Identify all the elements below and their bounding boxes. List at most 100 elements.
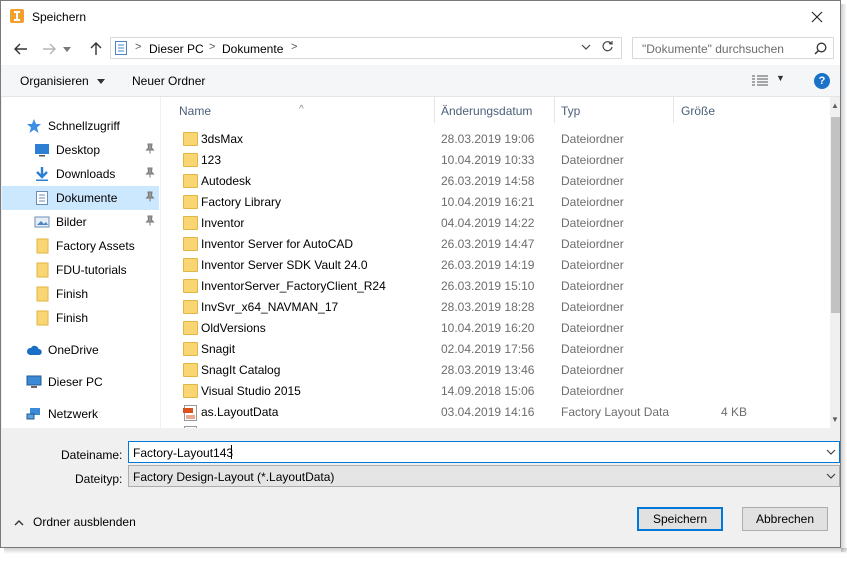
file-row[interactable]: 3dsMax 28.03.2019 19:06 Dateiordner xyxy=(161,129,830,150)
file-row[interactable]: Inventor 04.04.2019 14:22 Dateiordner xyxy=(161,213,830,234)
file-row[interactable]: Factory Library 10.04.2019 16:21 Dateior… xyxy=(161,192,830,213)
cancel-button[interactable]: Abbrechen xyxy=(742,507,828,531)
forward-button[interactable] xyxy=(39,39,59,59)
file-type: Factory Layout Data xyxy=(561,405,670,419)
search-box[interactable]: "Dokumente" durchsuchen xyxy=(632,37,834,59)
arrow-up-icon xyxy=(90,42,102,55)
scrollbar-thumb[interactable] xyxy=(831,117,840,313)
sidebar-item-desktop[interactable]: Desktop xyxy=(2,138,159,162)
filetype-select[interactable]: Factory Design-Layout (*.LayoutData) xyxy=(128,465,840,487)
sidebar-item-pictures[interactable]: Bilder xyxy=(2,210,159,234)
file-date: 28.03.2019 19:06 xyxy=(441,132,535,146)
file-row-partial[interactable] xyxy=(161,423,830,428)
sidebar-item-label: Netzwerk xyxy=(48,407,99,421)
organize-button[interactable]: Organisieren xyxy=(20,74,106,88)
close-icon xyxy=(811,11,823,22)
scroll-up-icon[interactable]: ▲ xyxy=(831,101,839,110)
file-row[interactable]: as.LayoutData 03.04.2019 14:16 Factory L… xyxy=(161,402,830,423)
vertical-scrollbar[interactable]: ▲ ▼ xyxy=(830,97,840,428)
title-bar[interactable]: Speichern xyxy=(1,1,840,32)
folder-icon xyxy=(34,262,50,278)
address-bar[interactable]: > Dieser PC > Dokumente > xyxy=(110,37,622,59)
file-type: Dateiordner xyxy=(561,279,624,293)
folder-icon xyxy=(183,300,198,314)
sidebar-item-label: Dieser PC xyxy=(48,375,103,389)
file-row[interactable]: Visual Studio 2015 14.09.2018 15:06 Date… xyxy=(161,381,830,402)
filename-dropdown-button[interactable] xyxy=(826,446,836,460)
view-options-button[interactable] xyxy=(752,75,768,90)
column-header-type[interactable]: Typ xyxy=(555,97,673,123)
document-icon xyxy=(34,190,50,206)
file-date: 26.03.2019 15:10 xyxy=(441,279,535,293)
file-size: 4 KB xyxy=(720,405,747,419)
chevron-right-icon: > xyxy=(209,41,216,53)
file-row[interactable]: InventorServer_FactoryClient_R24 26.03.2… xyxy=(161,276,830,297)
refresh-icon xyxy=(602,41,613,52)
file-row[interactable]: 123 10.04.2019 10:33 Dateiordner xyxy=(161,150,830,171)
new-folder-button[interactable]: Neuer Ordner xyxy=(132,74,205,88)
breadcrumb-documents[interactable]: Dokumente xyxy=(222,42,283,56)
pin-icon xyxy=(145,167,155,181)
breadcrumb-this-pc[interactable]: Dieser PC xyxy=(149,42,204,56)
file-type: Dateiordner xyxy=(561,384,624,398)
close-button[interactable] xyxy=(794,1,840,32)
search-input[interactable]: "Dokumente" durchsuchen xyxy=(642,42,784,56)
help-icon[interactable]: ? xyxy=(814,73,830,89)
document-icon xyxy=(115,41,127,58)
folder-icon xyxy=(183,153,198,167)
file-row[interactable]: Autodesk 26.03.2019 14:58 Dateiordner xyxy=(161,171,830,192)
navigation-pane: Schnellzugriff Desktop Downloads Dokumen… xyxy=(2,97,161,428)
folder-icon xyxy=(34,310,50,326)
app-icon xyxy=(9,8,25,24)
window-title: Speichern xyxy=(32,10,87,24)
filetype-dropdown-button[interactable] xyxy=(826,470,836,484)
file-row[interactable]: Inventor Server SDK Vault 24.0 26.03.201… xyxy=(161,255,830,276)
file-row[interactable]: Inventor Server for AutoCAD 26.03.2019 1… xyxy=(161,234,830,255)
column-header-label: Größe xyxy=(681,104,716,118)
filetype-label: Dateityp: xyxy=(75,472,123,486)
sidebar-item-network[interactable]: Netzwerk xyxy=(2,402,159,426)
sidebar-item-finish[interactable]: Finish xyxy=(2,306,159,330)
up-button[interactable] xyxy=(86,39,106,59)
column-header-date[interactable]: Änderungsdatum xyxy=(435,97,554,123)
sidebar-item-onedrive[interactable]: OneDrive xyxy=(2,338,159,362)
folder-icon xyxy=(183,132,198,146)
folder-icon xyxy=(183,363,198,377)
file-name: Snagit xyxy=(201,342,236,356)
refresh-button[interactable] xyxy=(601,40,614,56)
sidebar-item-factory-assets[interactable]: Factory Assets xyxy=(2,234,159,258)
view-dropdown-button[interactable]: ▼ xyxy=(776,73,785,83)
chevron-right-icon: > xyxy=(291,41,298,53)
sidebar-item-documents[interactable]: Dokumente xyxy=(2,186,159,210)
file-name: as.LayoutData xyxy=(201,405,279,419)
recent-locations-button[interactable] xyxy=(61,39,73,59)
file-row[interactable]: SnagIt Catalog 28.03.2019 13:46 Dateiord… xyxy=(161,360,830,381)
column-header-label: Änderungsdatum xyxy=(441,104,533,118)
file-row[interactable]: OldVersions 10.04.2019 16:20 Dateiordner xyxy=(161,318,830,339)
file-row[interactable]: Snagit 02.04.2019 17:56 Dateiordner xyxy=(161,339,830,360)
save-button[interactable]: Speichern xyxy=(637,507,723,531)
search-icon[interactable] xyxy=(814,42,827,58)
chevron-down-icon xyxy=(826,449,836,455)
file-date: 04.04.2019 14:22 xyxy=(441,216,535,230)
file-name: OldVersions xyxy=(201,321,266,335)
address-dropdown-button[interactable] xyxy=(581,41,591,55)
folder-icon xyxy=(183,321,198,335)
back-button[interactable] xyxy=(11,39,31,59)
filename-input[interactable]: Factory-Layout143 xyxy=(128,441,840,463)
file-date: 10.04.2019 16:20 xyxy=(441,321,535,335)
chevron-down-icon xyxy=(63,46,71,52)
file-date: 03.04.2019 14:16 xyxy=(441,405,535,419)
scroll-down-icon[interactable]: ▼ xyxy=(831,415,839,424)
filename-label: Dateiname: xyxy=(61,448,123,462)
file-row[interactable]: InvSvr_x64_NAVMAN_17 28.03.2019 18:28 Da… xyxy=(161,297,830,318)
sidebar-item-quick-access[interactable]: Schnellzugriff xyxy=(2,114,159,138)
sidebar-item-fdu-tutorials[interactable]: FDU-tutorials xyxy=(2,258,159,282)
file-name: Inventor xyxy=(201,216,245,230)
sidebar-item-this-pc[interactable]: Dieser PC xyxy=(2,370,159,394)
sidebar-item-downloads[interactable]: Downloads xyxy=(2,162,159,186)
column-header-name[interactable]: Name ^ xyxy=(161,97,434,123)
sidebar-item-finish[interactable]: Finish xyxy=(2,282,159,306)
file-type: Dateiordner xyxy=(561,258,624,272)
column-header-size[interactable]: Größe xyxy=(674,97,774,123)
